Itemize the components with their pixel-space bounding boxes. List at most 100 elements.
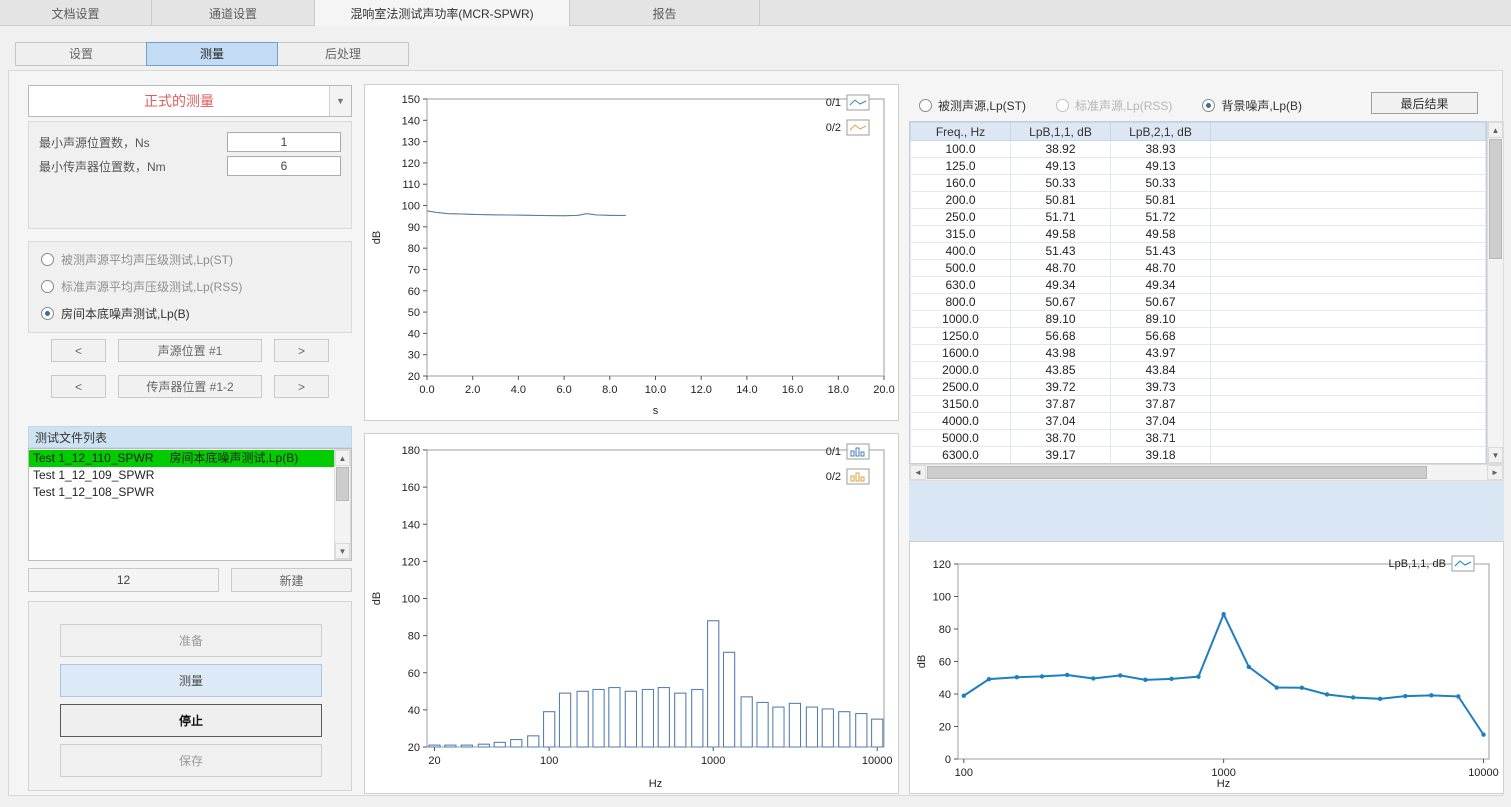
- scroll-left-icon[interactable]: ◄: [910, 465, 926, 480]
- radio-result-lp-b[interactable]: 背景噪声,Lp(B): [1202, 97, 1302, 114]
- table-row[interactable]: 160.050.3350.33: [911, 175, 1486, 192]
- table-horizontal-scrollbar[interactable]: ◄ ►: [909, 464, 1504, 481]
- table-row[interactable]: 5000.038.7038.71: [911, 430, 1486, 447]
- source-next-button[interactable]: >: [274, 339, 329, 362]
- stop-button[interactable]: 停止: [60, 704, 322, 737]
- file-list-item[interactable]: Test 1_12_109_SPWR: [29, 467, 334, 484]
- table-header-row: Freq., Hz LpB,1,1, dB LpB,2,1, dB: [911, 123, 1486, 141]
- tab-document-settings[interactable]: 文档设置: [0, 0, 152, 26]
- svg-text:0/1: 0/1: [826, 97, 841, 109]
- table-row[interactable]: 630.049.3449.34: [911, 277, 1486, 294]
- mic-next-button[interactable]: >: [274, 375, 329, 398]
- table-row[interactable]: 2500.039.7239.73: [911, 379, 1486, 396]
- scroll-up-icon[interactable]: ▲: [335, 450, 350, 466]
- table-row[interactable]: 1000.089.1089.10: [911, 311, 1486, 328]
- scroll-down-icon[interactable]: ▼: [335, 543, 350, 559]
- svg-text:dB: dB: [371, 231, 383, 244]
- scrollbar-track[interactable]: [1488, 138, 1503, 447]
- tab-mcr-spwr[interactable]: 混响室法测试声功率(MCR-SPWR): [315, 0, 570, 26]
- scrollbar-track[interactable]: [926, 465, 1487, 480]
- table-cell: 38.70: [1011, 430, 1111, 447]
- radio-label: 房间本底噪声测试,Lp(B): [61, 305, 190, 322]
- file-name: Test 1_12_108_SPWR: [33, 485, 154, 499]
- file-count-button[interactable]: 12: [28, 568, 219, 592]
- table-cell: 50.67: [1011, 294, 1111, 311]
- prepare-button[interactable]: 准备: [60, 624, 322, 657]
- source-prev-button[interactable]: <: [51, 339, 106, 362]
- file-list-item[interactable]: Test 1_12_110_SPWR房间本底噪声测试,Lp(B): [29, 450, 334, 467]
- table-row[interactable]: 800.050.6750.67: [911, 294, 1486, 311]
- table-row[interactable]: 3150.037.8737.87: [911, 396, 1486, 413]
- table-row[interactable]: 500.048.7048.70: [911, 260, 1486, 277]
- table-cell: 100.0: [911, 141, 1011, 158]
- svg-text:0/1: 0/1: [826, 446, 841, 458]
- ns-input[interactable]: 1: [227, 132, 341, 152]
- scroll-up-icon[interactable]: ▲: [1488, 122, 1503, 138]
- scrollbar-thumb[interactable]: [927, 466, 1427, 479]
- scrollbar-thumb[interactable]: [1489, 139, 1502, 259]
- radio-test-lp-st[interactable]: 被测声源平均声压级测试,Lp(ST): [29, 246, 351, 273]
- table-row[interactable]: 400.051.4351.43: [911, 243, 1486, 260]
- table-cell: 6300.0: [911, 447, 1011, 464]
- save-button[interactable]: 保存: [60, 744, 322, 777]
- svg-text:0/2: 0/2: [826, 122, 841, 134]
- svg-text:80: 80: [408, 243, 420, 255]
- svg-text:10000: 10000: [862, 755, 893, 767]
- table-cell: 37.04: [1111, 413, 1211, 430]
- table-row[interactable]: 6300.039.1739.18: [911, 447, 1486, 464]
- table-cell: 50.81: [1011, 192, 1111, 209]
- table-row[interactable]: 2000.043.8543.84: [911, 362, 1486, 379]
- table-cell: 500.0: [911, 260, 1011, 277]
- table-row[interactable]: 4000.037.0437.04: [911, 413, 1486, 430]
- svg-text:0: 0: [945, 754, 951, 766]
- scroll-down-icon[interactable]: ▼: [1488, 447, 1503, 463]
- new-file-button[interactable]: 新建: [231, 568, 352, 592]
- nm-input[interactable]: 6: [227, 156, 341, 176]
- table-cell: 125.0: [911, 158, 1011, 175]
- svg-text:100: 100: [402, 201, 420, 213]
- subtab-postprocess[interactable]: 后处理: [277, 42, 409, 66]
- table-cell-filler: [1211, 192, 1486, 209]
- measurement-mode-select[interactable]: 正式的测量 ▼: [28, 85, 352, 117]
- svg-text:2.0: 2.0: [465, 384, 480, 396]
- radio-result-lp-rss[interactable]: 标准声源,Lp(RSS): [1056, 97, 1172, 114]
- file-list-item[interactable]: Test 1_12_108_SPWR: [29, 484, 334, 501]
- mic-prev-button[interactable]: <: [51, 375, 106, 398]
- svg-text:Hz: Hz: [649, 778, 662, 790]
- table-row[interactable]: 200.050.8150.81: [911, 192, 1486, 209]
- svg-text:0.0: 0.0: [419, 384, 434, 396]
- subtab-measure[interactable]: 测量: [146, 42, 278, 66]
- svg-text:40: 40: [939, 689, 951, 701]
- table-row[interactable]: 100.038.9238.93: [911, 141, 1486, 158]
- final-result-button[interactable]: 最后结果: [1371, 92, 1478, 114]
- table-cell: 1250.0: [911, 328, 1011, 345]
- table-row[interactable]: 125.049.1349.13: [911, 158, 1486, 175]
- table-row[interactable]: 1600.043.9843.97: [911, 345, 1486, 362]
- table-cell-filler: [1211, 447, 1486, 464]
- radio-test-lp-b[interactable]: 房间本底噪声测试,Lp(B): [29, 300, 351, 327]
- table-cell: 51.72: [1111, 209, 1211, 226]
- table-vertical-scrollbar[interactable]: ▲ ▼: [1487, 121, 1504, 464]
- table-row[interactable]: 315.049.5849.58: [911, 226, 1486, 243]
- radio-test-lp-rss[interactable]: 标准声源平均声压级测试,Lp(RSS): [29, 273, 351, 300]
- scrollbar-track[interactable]: [335, 466, 350, 543]
- table-row[interactable]: 250.051.7151.72: [911, 209, 1486, 226]
- table-row[interactable]: 1250.056.6856.68: [911, 328, 1486, 345]
- table-cell-filler: [1211, 311, 1486, 328]
- svg-text:120: 120: [402, 556, 420, 568]
- tab-channel-settings[interactable]: 通道设置: [152, 0, 315, 26]
- chevron-down-icon[interactable]: ▼: [329, 86, 351, 116]
- mic-position-button[interactable]: 传声器位置 #1-2: [118, 375, 262, 398]
- table-cell-filler: [1211, 141, 1486, 158]
- measure-button[interactable]: 测量: [60, 664, 322, 697]
- svg-text:100: 100: [402, 594, 420, 606]
- scrollbar-thumb[interactable]: [336, 467, 349, 501]
- tab-report[interactable]: 报告: [570, 0, 760, 26]
- subtab-settings[interactable]: 设置: [15, 42, 147, 66]
- scroll-right-icon[interactable]: ►: [1487, 465, 1503, 480]
- source-position-button[interactable]: 声源位置 #1: [118, 339, 262, 362]
- radio-result-lp-st[interactable]: 被测声源,Lp(ST): [919, 97, 1026, 114]
- table-cell-filler: [1211, 430, 1486, 447]
- table-cell: 5000.0: [911, 430, 1011, 447]
- file-list-scrollbar[interactable]: ▲ ▼: [334, 449, 351, 560]
